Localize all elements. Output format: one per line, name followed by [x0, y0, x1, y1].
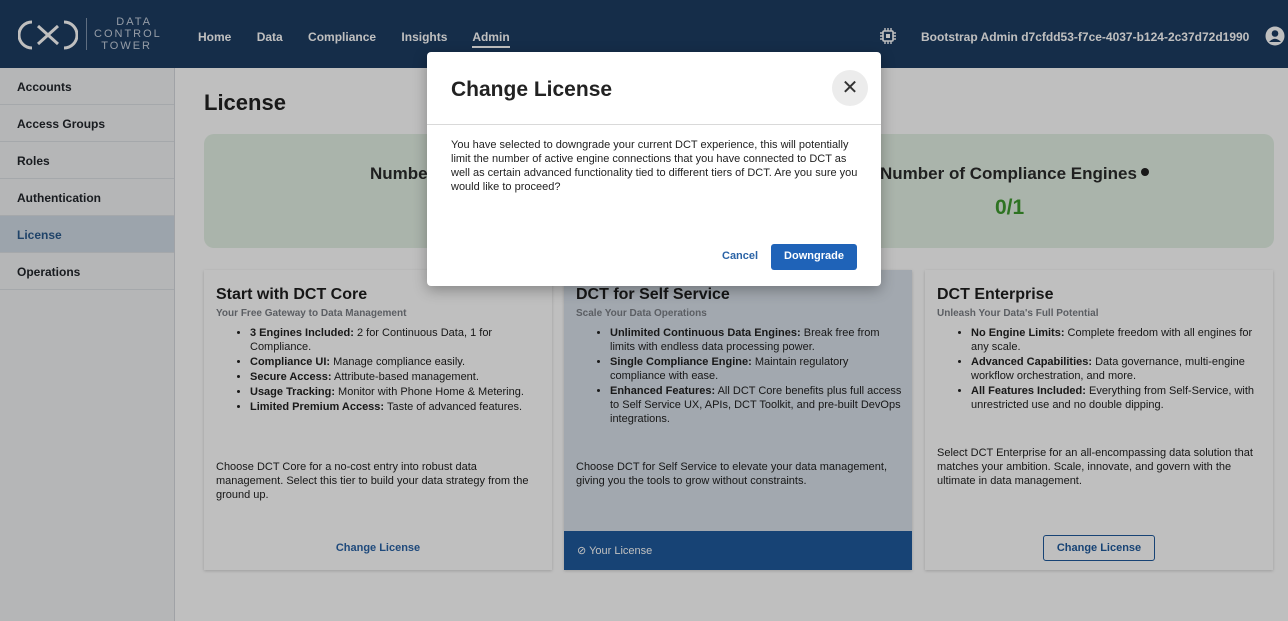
downgrade-button[interactable]: Downgrade: [771, 244, 857, 270]
close-icon[interactable]: ✕: [832, 70, 868, 106]
modal-message: You have selected to downgrade your curr…: [451, 139, 858, 193]
modal-divider: [427, 124, 881, 125]
cancel-button[interactable]: Cancel: [722, 250, 758, 262]
change-license-modal: Change License ✕ You have selected to do…: [427, 52, 881, 286]
modal-title: Change License: [451, 78, 613, 101]
